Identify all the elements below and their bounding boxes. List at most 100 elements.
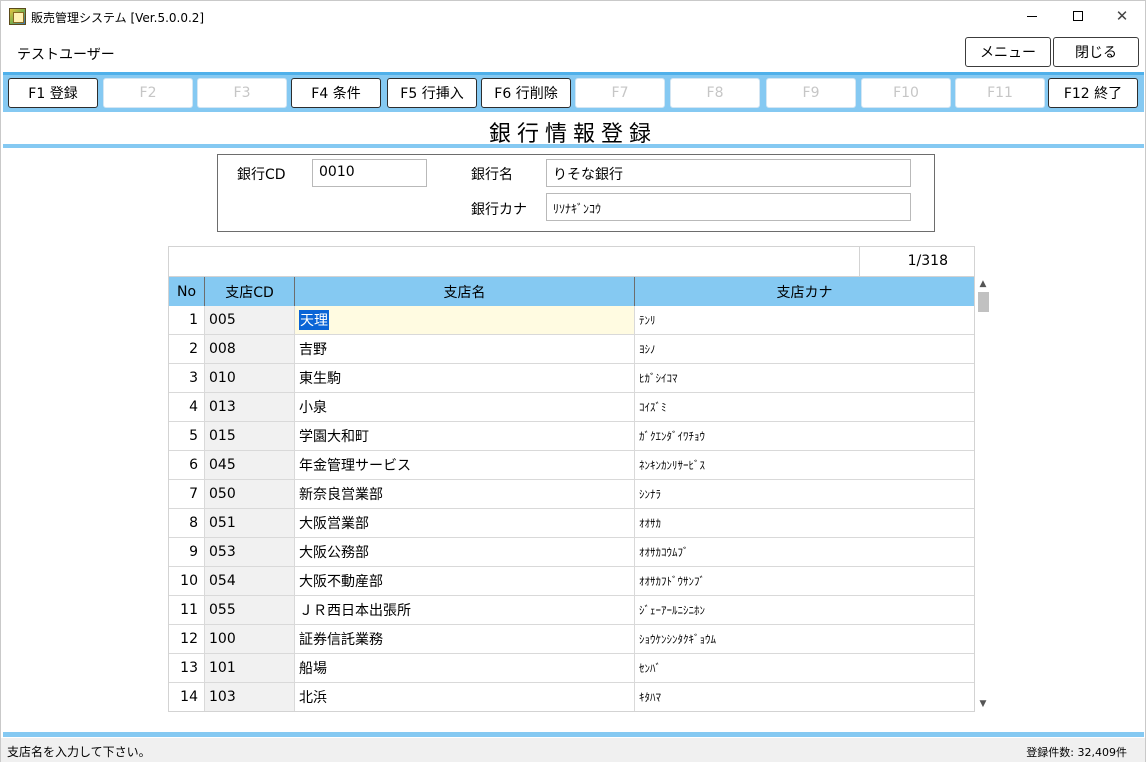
bank-cd-field[interactable]: 0010 xyxy=(312,159,427,187)
page-indicator: 1/318 xyxy=(859,246,974,276)
table-row[interactable]: 10 054 大阪不動産部 ｵｵｻｶﾌﾄﾞｳｻﾝﾌﾞ xyxy=(169,567,974,596)
row-no-cell[interactable]: 13 xyxy=(169,654,205,682)
f7-button[interactable]: F7 xyxy=(575,78,665,108)
row-no-cell[interactable]: 12 xyxy=(169,625,205,653)
grid-scrollbar[interactable]: ▲ ▼ xyxy=(975,276,991,712)
branch-name-cell[interactable]: 大阪不動産部 xyxy=(295,567,635,595)
f3-button[interactable]: F3 xyxy=(197,78,287,108)
branch-kana-cell[interactable]: ﾈﾝｷﾝｶﾝﾘｻｰﾋﾞｽ xyxy=(635,451,974,479)
branch-cd-cell[interactable]: 015 xyxy=(205,422,295,450)
branch-name-cell[interactable]: 大阪公務部 xyxy=(295,538,635,566)
column-header-branch-kana[interactable]: 支店カナ xyxy=(635,277,974,306)
branch-cd-cell[interactable]: 008 xyxy=(205,335,295,363)
row-no-cell[interactable]: 11 xyxy=(169,596,205,624)
branch-cd-cell[interactable]: 101 xyxy=(205,654,295,682)
row-no-cell[interactable]: 7 xyxy=(169,480,205,508)
table-row[interactable]: 2 008 吉野 ﾖｼﾉ xyxy=(169,335,974,364)
column-header-branch-name[interactable]: 支店名 xyxy=(295,277,635,306)
branch-kana-cell[interactable]: ｶﾞｸｴﾝﾀﾞｲﾜﾁｮｳ xyxy=(635,422,974,450)
branch-cd-cell[interactable]: 100 xyxy=(205,625,295,653)
row-no-cell[interactable]: 6 xyxy=(169,451,205,479)
maximize-button[interactable] xyxy=(1055,1,1101,31)
branch-cd-cell[interactable]: 103 xyxy=(205,683,295,711)
branch-name-cell[interactable]: 小泉 xyxy=(295,393,635,421)
bank-name-field[interactable]: りそな銀行 xyxy=(546,159,911,187)
branch-kana-cell[interactable]: ｾﾝﾊﾞ xyxy=(635,654,974,682)
close-button[interactable]: 閉じる xyxy=(1053,37,1139,67)
f4-condition-button[interactable]: F4 条件 xyxy=(291,78,381,108)
column-header-no[interactable]: No xyxy=(169,277,205,306)
branch-cd-cell[interactable]: 050 xyxy=(205,480,295,508)
bank-kana-field[interactable]: ﾘｿﾅｷﾞﾝｺｳ xyxy=(546,193,911,221)
branch-name-cell[interactable]: 証券信託業務 xyxy=(295,625,635,653)
branch-cd-cell[interactable]: 005 xyxy=(205,306,295,334)
branch-cd-cell[interactable]: 053 xyxy=(205,538,295,566)
table-row[interactable]: 9 053 大阪公務部 ｵｵｻｶｺｳﾑﾌﾞ xyxy=(169,538,974,567)
branch-name-cell[interactable]: 船場 xyxy=(295,654,635,682)
row-no-cell[interactable]: 4 xyxy=(169,393,205,421)
row-no-cell[interactable]: 2 xyxy=(169,335,205,363)
close-window-button[interactable]: ✕ xyxy=(1099,1,1145,31)
branch-cd-cell[interactable]: 045 xyxy=(205,451,295,479)
branch-kana-cell[interactable]: ｼｮｳｹﾝｼﾝﾀｸｷﾞｮｳﾑ xyxy=(635,625,974,653)
branch-name-cell[interactable]: 北浜 xyxy=(295,683,635,711)
branch-name-cell[interactable]: 東生駒 xyxy=(295,364,635,392)
table-row[interactable]: 11 055 ＪＲ西日本出張所 ｼﾞｪｰｱｰﾙﾆｼﾆﾎﾝ xyxy=(169,596,974,625)
branch-kana-cell[interactable]: ﾖｼﾉ xyxy=(635,335,974,363)
branch-cd-cell[interactable]: 013 xyxy=(205,393,295,421)
branch-name-cell[interactable]: 学園大和町 xyxy=(295,422,635,450)
branch-kana-cell[interactable]: ｵｵｻｶﾌﾄﾞｳｻﾝﾌﾞ xyxy=(635,567,974,595)
table-row[interactable]: 12 100 証券信託業務 ｼｮｳｹﾝｼﾝﾀｸｷﾞｮｳﾑ xyxy=(169,625,974,654)
f9-button[interactable]: F9 xyxy=(766,78,856,108)
menu-button[interactable]: メニュー xyxy=(965,37,1051,67)
branch-kana-cell[interactable]: ｷﾀﾊﾏ xyxy=(635,683,974,711)
branch-kana-cell[interactable]: ｼﾞｪｰｱｰﾙﾆｼﾆﾎﾝ xyxy=(635,596,974,624)
branch-name-cell[interactable]: 年金管理サービス xyxy=(295,451,635,479)
table-row[interactable]: 3 010 東生駒 ﾋｶﾞｼｲｺﾏ xyxy=(169,364,974,393)
table-row[interactable]: 1 005 天理 ﾃﾝﾘ xyxy=(169,306,974,335)
f11-button[interactable]: F11 xyxy=(955,78,1045,108)
row-no-cell[interactable]: 3 xyxy=(169,364,205,392)
branch-name-cell[interactable]: ＪＲ西日本出張所 xyxy=(295,596,635,624)
branch-kana-cell[interactable]: ｵｵｻｶｺｳﾑﾌﾞ xyxy=(635,538,974,566)
f1-register-button[interactable]: F1 登録 xyxy=(8,78,98,108)
row-no-cell[interactable]: 10 xyxy=(169,567,205,595)
table-row[interactable]: 5 015 学園大和町 ｶﾞｸｴﾝﾀﾞｲﾜﾁｮｳ xyxy=(169,422,974,451)
branch-name-cell[interactable]: 吉野 xyxy=(295,335,635,363)
table-row[interactable]: 4 013 小泉 ｺｲｽﾞﾐ xyxy=(169,393,974,422)
scroll-thumb[interactable] xyxy=(978,292,989,312)
f6-delete-row-button[interactable]: F6 行削除 xyxy=(481,78,571,108)
minimize-button[interactable] xyxy=(1009,1,1055,31)
row-no-cell[interactable]: 5 xyxy=(169,422,205,450)
f12-exit-button[interactable]: F12 終了 xyxy=(1048,78,1138,108)
row-no-cell[interactable]: 8 xyxy=(169,509,205,537)
scroll-up-icon[interactable]: ▲ xyxy=(977,278,989,290)
f2-button[interactable]: F2 xyxy=(103,78,193,108)
bank-name-label: 銀行名 xyxy=(471,167,513,183)
branch-kana-cell[interactable]: ﾃﾝﾘ xyxy=(635,306,974,334)
branch-cd-cell[interactable]: 055 xyxy=(205,596,295,624)
branch-kana-cell[interactable]: ｺｲｽﾞﾐ xyxy=(635,393,974,421)
branch-name-cell[interactable]: 新奈良営業部 xyxy=(295,480,635,508)
branch-kana-cell[interactable]: ﾋｶﾞｼｲｺﾏ xyxy=(635,364,974,392)
table-row[interactable]: 6 045 年金管理サービス ﾈﾝｷﾝｶﾝﾘｻｰﾋﾞｽ xyxy=(169,451,974,480)
branch-name-cell[interactable]: 大阪営業部 xyxy=(295,509,635,537)
table-row[interactable]: 8 051 大阪営業部 ｵｵｻｶ xyxy=(169,509,974,538)
row-no-cell[interactable]: 14 xyxy=(169,683,205,711)
table-row[interactable]: 13 101 船場 ｾﾝﾊﾞ xyxy=(169,654,974,683)
f8-button[interactable]: F8 xyxy=(670,78,760,108)
branch-cd-cell[interactable]: 051 xyxy=(205,509,295,537)
column-header-branch-cd[interactable]: 支店CD xyxy=(205,277,295,306)
f5-insert-row-button[interactable]: F5 行挿入 xyxy=(387,78,477,108)
branch-kana-cell[interactable]: ｼﾝﾅﾗ xyxy=(635,480,974,508)
branch-kana-cell[interactable]: ｵｵｻｶ xyxy=(635,509,974,537)
table-row[interactable]: 7 050 新奈良営業部 ｼﾝﾅﾗ xyxy=(169,480,974,509)
f10-button[interactable]: F10 xyxy=(861,78,951,108)
table-row[interactable]: 14 103 北浜 ｷﾀﾊﾏ xyxy=(169,683,974,711)
scroll-down-icon[interactable]: ▼ xyxy=(977,698,989,710)
row-no-cell[interactable]: 1 xyxy=(169,306,205,334)
row-no-cell[interactable]: 9 xyxy=(169,538,205,566)
branch-cd-cell[interactable]: 054 xyxy=(205,567,295,595)
branch-name-cell[interactable]: 天理 xyxy=(295,306,635,334)
branch-cd-cell[interactable]: 010 xyxy=(205,364,295,392)
